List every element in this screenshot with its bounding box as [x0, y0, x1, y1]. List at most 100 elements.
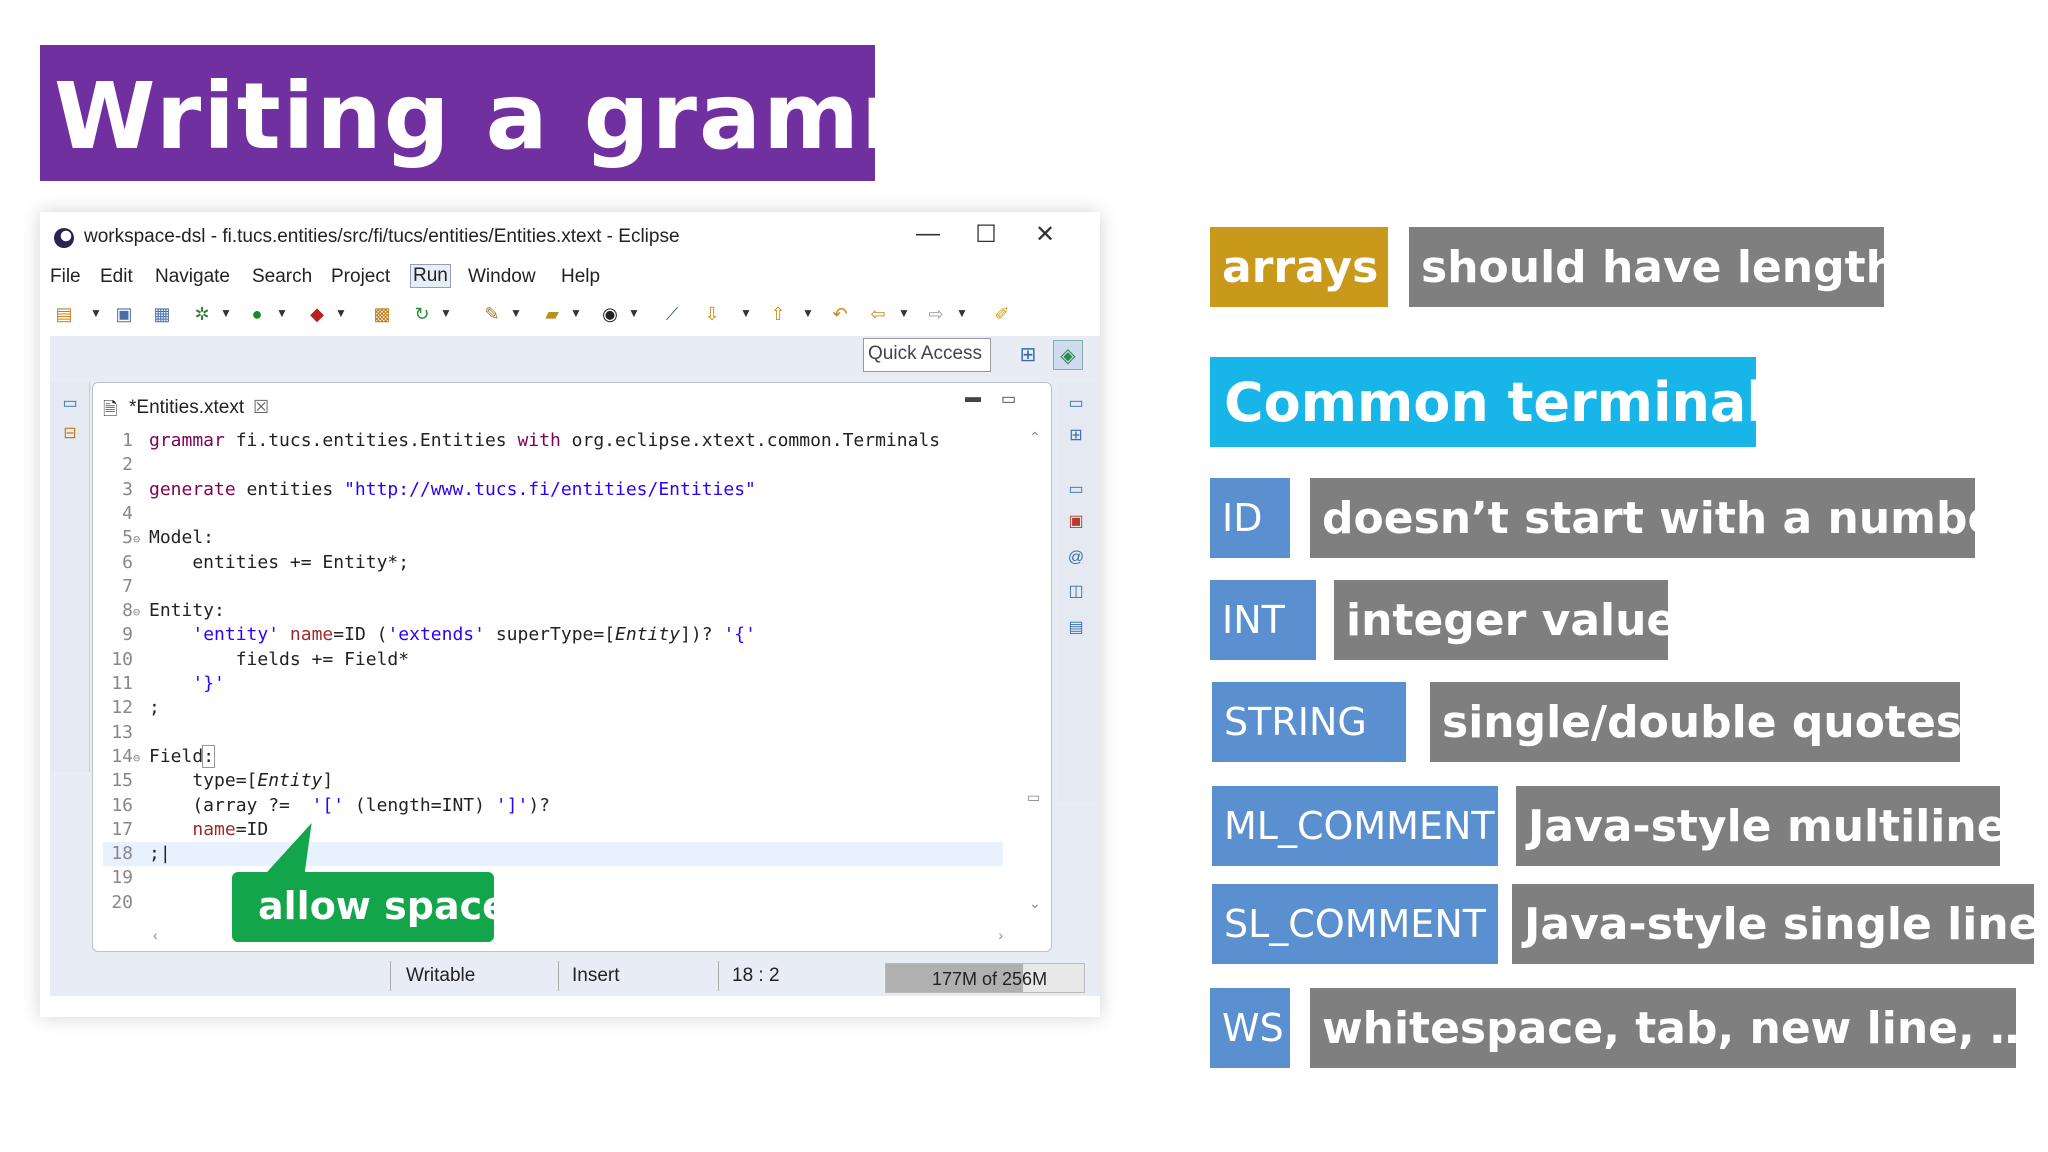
code-line[interactable]: 9 'entity' name=ID ('extends' superType=…	[103, 623, 1003, 647]
build-dropdown-icon[interactable]: ▼	[510, 306, 522, 320]
declaration-icon[interactable]: ◫	[1064, 580, 1088, 604]
code-line[interactable]: 3 generate entities "http://www.tucs.fi/…	[103, 478, 1003, 502]
code-line[interactable]: 4	[103, 502, 1003, 526]
run-icon[interactable]: ●	[245, 302, 269, 326]
code-line[interactable]: 8⊖ Entity:	[103, 599, 1003, 623]
debug-dropdown-icon[interactable]: ▼	[220, 306, 232, 320]
code-line[interactable]: 6 entities += Entity*;	[103, 551, 1003, 575]
right-trim-bar: ▭ ⊞ ▭ ▣ @ ◫ ▤	[1058, 382, 1096, 802]
build-icon[interactable]: ✎	[480, 302, 504, 326]
new-dropdown-icon[interactable]: ▼	[90, 306, 102, 320]
save-all-icon[interactable]: ▦	[150, 302, 174, 326]
console-icon[interactable]: ▤	[1064, 616, 1088, 640]
user-dropdown-icon[interactable]: ▼	[628, 306, 640, 320]
code-line[interactable]: 7	[103, 575, 1003, 599]
code-line[interactable]: 15 type=[Entity]	[103, 769, 1003, 793]
menu-window[interactable]: Window	[468, 266, 536, 288]
menu-help[interactable]: Help	[561, 266, 600, 288]
prev-annotation-icon[interactable]: ⇧	[766, 302, 790, 326]
quick-access-field[interactable]: Quick Access	[863, 338, 991, 372]
code-line[interactable]: 17 name=ID	[103, 818, 1003, 842]
back-dropdown-icon[interactable]: ▼	[898, 306, 910, 320]
maximize-button[interactable]: ☐	[966, 220, 1006, 249]
restore-right-icon[interactable]: ▭	[1064, 392, 1088, 416]
menu-run[interactable]: Run	[410, 264, 451, 288]
tab-close-icon[interactable]: ☒	[253, 397, 269, 418]
xtext-perspective-icon[interactable]: ◈	[1053, 340, 1083, 370]
coverage-dropdown-icon[interactable]: ▼	[335, 306, 347, 320]
restore-icon[interactable]: ▭	[58, 392, 82, 416]
problems-icon[interactable]: ▣	[1064, 510, 1088, 534]
code-token: )?	[528, 794, 550, 816]
fold-toggle-icon[interactable]: ⊖	[133, 527, 149, 551]
code-line[interactable]: 5⊖ Model:	[103, 526, 1003, 550]
debug-icon[interactable]: ✲	[190, 302, 214, 326]
editor-maximize-icon[interactable]: ▭	[1001, 389, 1016, 409]
user-icon[interactable]: ◉	[598, 302, 622, 326]
common-terminals-heading: Common terminals	[1210, 357, 1797, 447]
fold-gutter	[133, 722, 149, 746]
code-token: ]	[322, 770, 334, 792]
code-line[interactable]: 12 ;	[103, 696, 1003, 720]
new-file-icon[interactable]: ▤	[52, 302, 76, 326]
fold-toggle-icon[interactable]: ⊖	[133, 746, 149, 770]
javadoc-icon[interactable]: @	[1064, 546, 1088, 570]
scroll-up-icon[interactable]: ⌃	[1029, 429, 1041, 446]
folder-dropdown-icon[interactable]: ▼	[570, 306, 582, 320]
paint-icon[interactable]: ✐	[990, 302, 1014, 326]
open-folder-icon[interactable]: ▰	[540, 302, 564, 326]
restore-bottom-icon[interactable]: ▭	[1064, 478, 1088, 502]
package-explorer-icon[interactable]: ⊟	[58, 422, 82, 446]
scroll-left-icon[interactable]: ‹	[153, 927, 158, 943]
slide-title-banner: Writing a grammar	[40, 45, 1068, 181]
close-button[interactable]: ✕	[1025, 220, 1065, 249]
vertical-scrollbar[interactable]: ⌃ ▭ ⌄	[1027, 429, 1043, 919]
save-icon[interactable]: ▣	[112, 302, 136, 326]
menu-search[interactable]: Search	[252, 266, 312, 288]
next-annotation-icon[interactable]: ⇩	[700, 302, 724, 326]
code-token: '['	[311, 794, 345, 816]
fold-gutter	[133, 552, 149, 576]
menu-project[interactable]: Project	[331, 266, 390, 288]
pin-icon[interactable]: ⟋	[660, 302, 684, 326]
code-line[interactable]: 1 grammar fi.tucs.entities.Entities with…	[103, 429, 1003, 453]
prev-dropdown-icon[interactable]: ▼	[802, 306, 814, 320]
scroll-down-icon[interactable]: ⌄	[1029, 895, 1041, 912]
code-line[interactable]: 18 ;|	[103, 842, 1003, 867]
refresh-icon[interactable]: ↻	[410, 302, 434, 326]
package-icon[interactable]: ▩	[370, 302, 394, 326]
heap-status[interactable]: 177M of 256M	[885, 963, 1085, 993]
editor-minimize-icon[interactable]: ▬	[965, 389, 981, 407]
minimize-button[interactable]: —	[908, 220, 948, 248]
code-line[interactable]: 2	[103, 453, 1003, 477]
forward-icon[interactable]: ⇨	[924, 302, 948, 326]
refresh-dropdown-icon[interactable]: ▼	[440, 306, 452, 320]
code-line[interactable]: 13	[103, 721, 1003, 745]
code-line[interactable]: 14⊖ Field:	[103, 744, 1003, 770]
run-dropdown-icon[interactable]: ▼	[276, 306, 288, 320]
back-icon[interactable]: ⇦	[866, 302, 890, 326]
scroll-right-icon[interactable]: ›	[998, 927, 1003, 943]
code-line[interactable]: 11 '}'	[103, 672, 1003, 696]
coverage-icon[interactable]: ◆	[305, 302, 329, 326]
outline-icon[interactable]: ⊞	[1064, 424, 1088, 448]
last-edit-icon[interactable]: ↶	[828, 302, 852, 326]
fold-gutter	[133, 673, 149, 697]
editor-tab[interactable]: 🗎 *Entities.xtext ☒	[103, 387, 283, 427]
menu-navigate[interactable]: Navigate	[155, 266, 230, 288]
allow-space-callout: allow space	[232, 872, 508, 942]
line-number: 1	[122, 430, 133, 451]
code-line[interactable]: 16 (array ?= '[' (length=INT) ']')?	[103, 794, 1003, 818]
line-number: 17	[111, 818, 133, 840]
line-number: 10	[111, 648, 133, 670]
menu-edit[interactable]: Edit	[100, 266, 133, 288]
next-dropdown-icon[interactable]: ▼	[740, 306, 752, 320]
fold-toggle-icon[interactable]: ⊖	[133, 600, 149, 624]
code-area[interactable]: 1 grammar fi.tucs.entities.Entities with…	[103, 429, 1023, 913]
overview-marker-icon[interactable]: ▭	[1027, 789, 1040, 806]
fold-gutter	[133, 576, 149, 600]
menu-file[interactable]: File	[50, 266, 81, 288]
forward-dropdown-icon[interactable]: ▼	[956, 306, 968, 320]
code-line[interactable]: 10 fields += Field*	[103, 648, 1003, 672]
open-perspective-icon[interactable]: ⊞	[1013, 340, 1043, 370]
